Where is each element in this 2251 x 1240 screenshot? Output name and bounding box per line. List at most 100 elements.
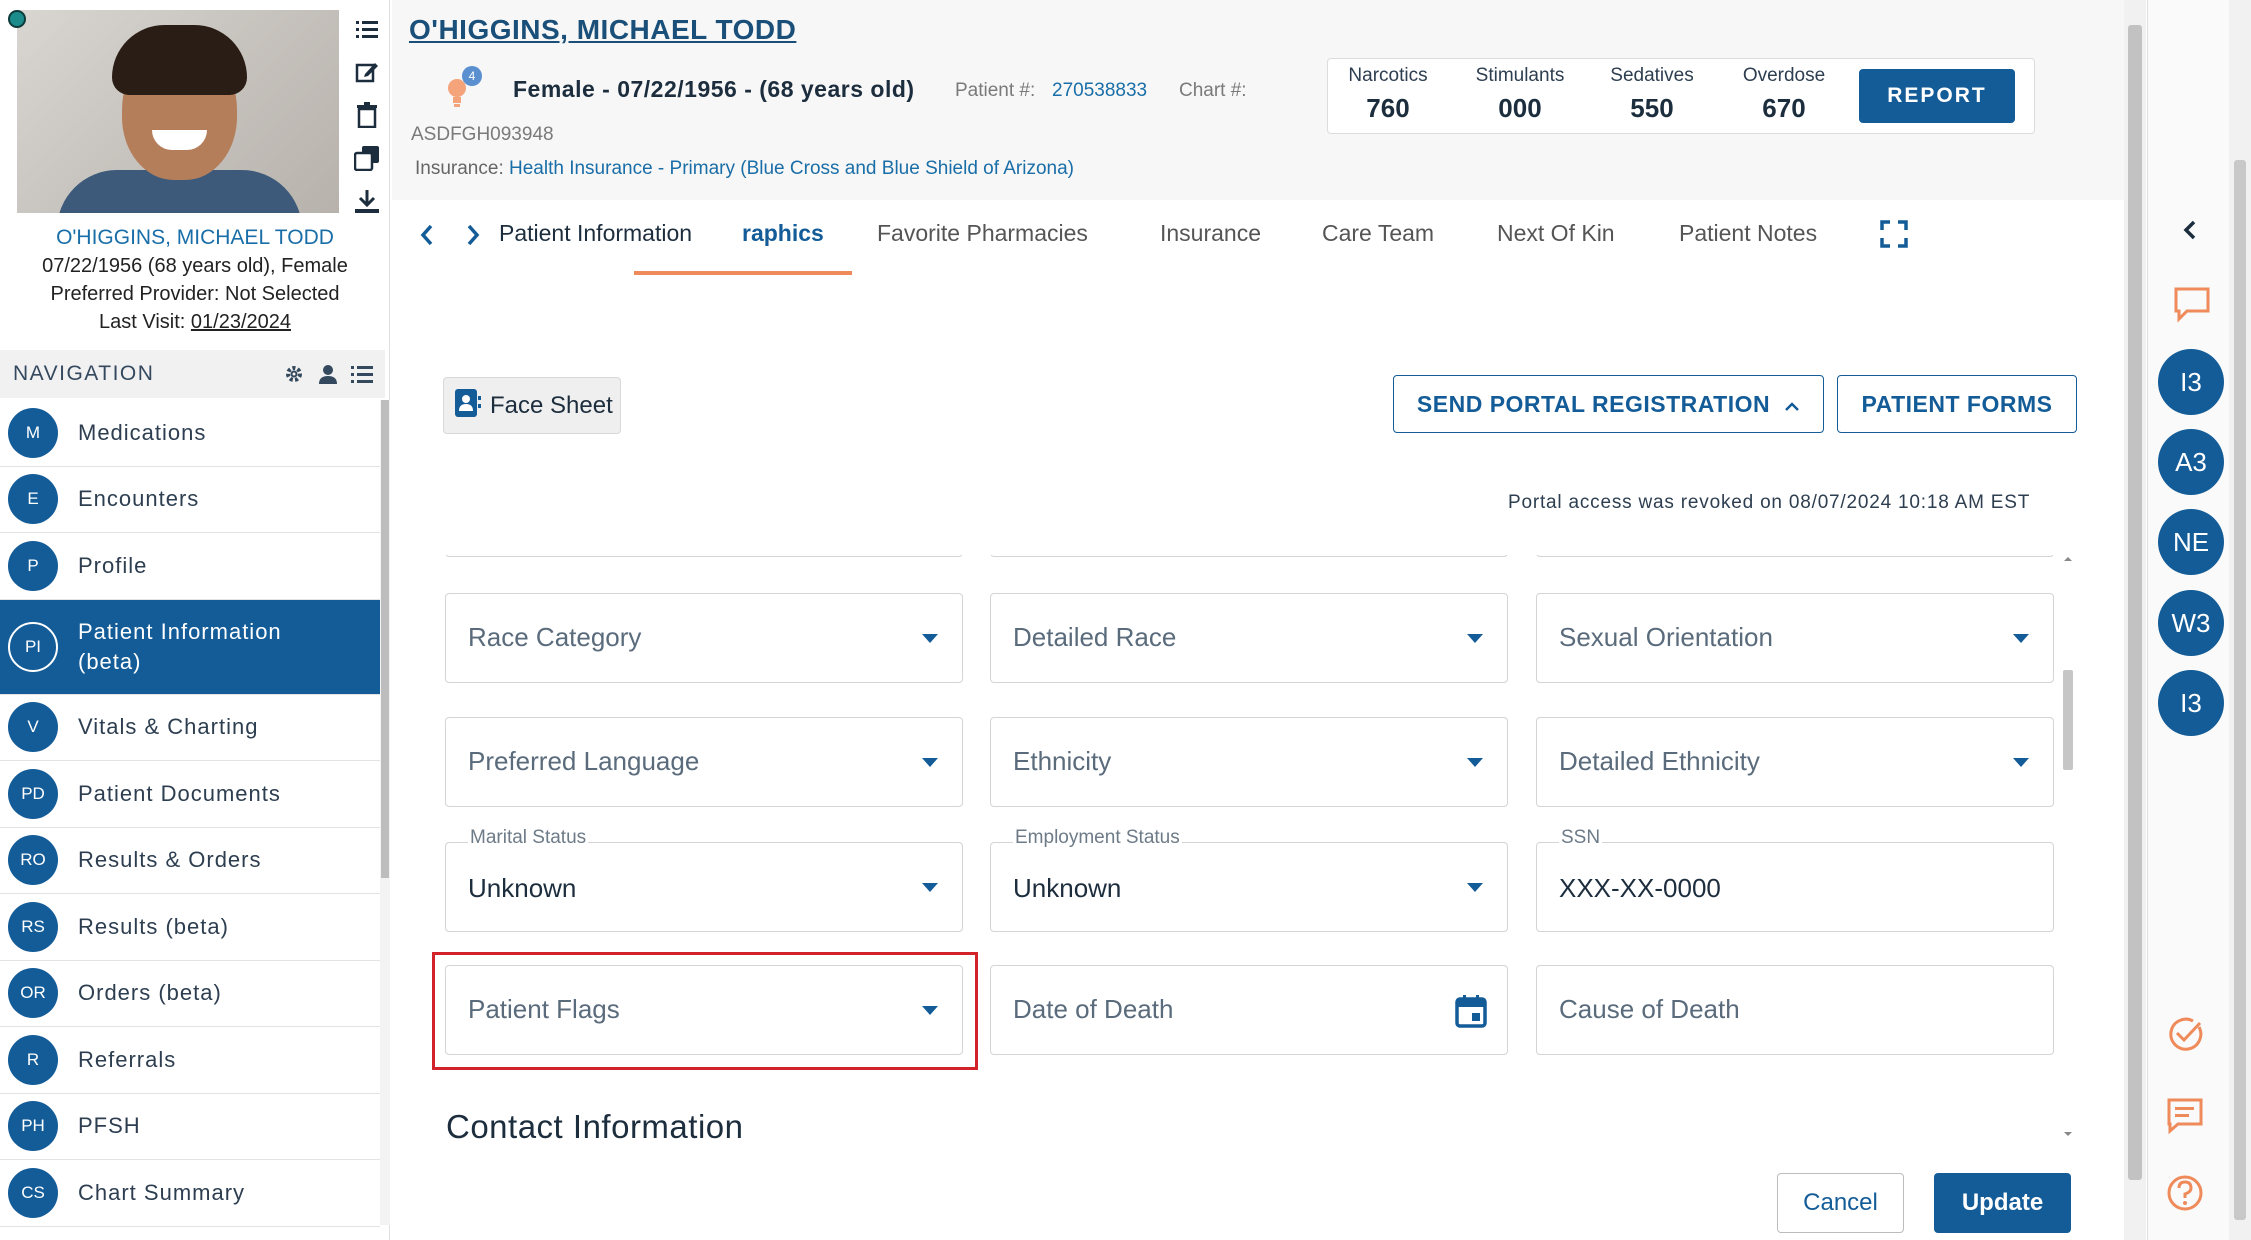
nav-item-patient-documents[interactable]: PD Patient Documents <box>0 761 380 828</box>
ssn-field[interactable]: SSN XXX-XX-0000 <box>1536 827 2054 932</box>
nav-item-encounters[interactable]: E Encounters <box>0 467 380 533</box>
list-icon[interactable] <box>351 363 373 385</box>
caret-down-icon <box>1467 758 1483 767</box>
count-narcotics: Narcotics 760 <box>1328 65 1448 124</box>
nav-item-pfsh[interactable]: PH PFSH <box>0 1094 380 1160</box>
nav-item-profile[interactable]: P Profile <box>0 533 380 600</box>
collaborator-avatar-i3-second[interactable]: I3 <box>2158 670 2224 736</box>
cancel-button[interactable]: Cancel <box>1777 1173 1904 1233</box>
nav-item-orders-beta[interactable]: OR Orders (beta) <box>0 961 380 1027</box>
copy-icon[interactable] <box>352 143 382 173</box>
collaborator-avatar-i3[interactable]: I3 <box>2158 349 2224 415</box>
update-button[interactable]: Update <box>1934 1173 2071 1233</box>
marital-status-label: Marital Status <box>468 827 589 849</box>
form-scrollbar[interactable] <box>2062 555 2074 1138</box>
nav-badge: CS <box>8 1167 58 1218</box>
main-scrollbar[interactable] <box>2124 0 2146 1240</box>
collaborator-avatar-ne[interactable]: NE <box>2158 509 2224 575</box>
nav-label: Orders (beta) <box>78 980 222 1006</box>
field-top-2[interactable] <box>990 555 1508 557</box>
nav-badge: R <box>8 1034 58 1085</box>
tab-patient-information[interactable]: Patient Information <box>499 220 692 247</box>
patient-forms-button[interactable]: PATIENT FORMS <box>1837 375 2077 433</box>
report-button[interactable]: REPORT <box>1859 69 2015 123</box>
pdmp-counts: Narcotics 760 Stimulants 000 Sedatives 5… <box>1327 58 2035 134</box>
race-category-select[interactable]: Race Category <box>445 593 963 683</box>
face-sheet-button[interactable]: Face Sheet <box>443 377 621 434</box>
field-top-1[interactable] <box>445 555 963 557</box>
nav-item-vitals[interactable]: V Vitals & Charting <box>0 695 380 761</box>
nav-item-medications[interactable]: M Medications <box>0 400 380 467</box>
count-overdose: Overdose 670 <box>1724 65 1844 124</box>
rail-scrollbar[interactable] <box>2229 0 2251 1240</box>
employment-status-select[interactable]: Employment Status Unknown <box>990 827 1508 932</box>
chevron-left-icon[interactable] <box>412 220 442 250</box>
chevron-right-icon[interactable] <box>458 220 488 250</box>
calendar-icon[interactable] <box>1455 994 1487 1028</box>
nav-badge: RS <box>8 901 58 952</box>
nav-label: Encounters <box>78 486 200 512</box>
help-icon[interactable] <box>2166 1174 2204 1212</box>
count-value: 670 <box>1762 93 1806 123</box>
ssn-label: SSN <box>1559 827 1603 849</box>
nav-item-referrals[interactable]: R Referrals <box>0 1027 380 1094</box>
chevron-up-icon <box>1784 391 1800 418</box>
field-top-3[interactable] <box>1536 555 2054 557</box>
gear-icon[interactable] <box>283 363 305 385</box>
collaborator-avatar-a3[interactable]: A3 <box>2158 429 2224 495</box>
nav-label: Patient Documents <box>78 780 281 806</box>
detailed-race-select[interactable]: Detailed Race <box>990 593 1508 683</box>
nav-label: Referrals <box>78 1046 177 1072</box>
delete-icon[interactable] <box>352 100 382 130</box>
list-icon[interactable] <box>352 14 382 44</box>
nav-badge: E <box>8 474 58 525</box>
nav-label: Chart Summary <box>78 1179 246 1205</box>
tab-next-of-kin[interactable]: Next Of Kin <box>1497 220 1615 247</box>
collaborator-avatar-w3[interactable]: W3 <box>2158 590 2224 656</box>
date-of-death-field[interactable]: Date of Death <box>990 965 1508 1055</box>
navigation-list: M Medications E Encounters P Profile PI … <box>0 400 380 1227</box>
sexual-orientation-select[interactable]: Sexual Orientation <box>1536 593 2054 683</box>
tab-care-team[interactable]: Care Team <box>1322 220 1434 247</box>
send-portal-registration-button[interactable]: SEND PORTAL REGISTRATION <box>1393 375 1824 433</box>
patient-name[interactable]: O'HIGGINS, MICHAEL TODD <box>409 14 796 46</box>
nav-badge: PD <box>8 768 58 819</box>
patient-flags-select[interactable]: Patient Flags <box>445 965 963 1055</box>
nav-item-chart-summary[interactable]: CS Chart Summary <box>0 1160 380 1227</box>
patient-summary-name[interactable]: O'HIGGINS, MICHAEL TODD <box>0 224 390 252</box>
nav-item-results-beta[interactable]: RS Results (beta) <box>0 894 380 961</box>
count-label: Stimulants <box>1475 65 1565 86</box>
edit-icon[interactable] <box>352 57 382 87</box>
last-visit-date[interactable]: 01/23/2024 <box>191 311 291 333</box>
marital-status-select[interactable]: Marital Status Unknown <box>445 827 963 932</box>
message-icon[interactable] <box>2166 1097 2204 1135</box>
tab-demographics[interactable]: raphics <box>742 220 824 247</box>
count-sedatives: Sedatives 550 <box>1592 65 1712 124</box>
check-circle-icon[interactable] <box>2166 1015 2204 1053</box>
chat-icon[interactable] <box>2173 285 2211 323</box>
tab-favorite-pharmacies[interactable]: Favorite Pharmacies <box>877 220 1088 247</box>
fullscreen-icon[interactable] <box>1880 220 1910 250</box>
caret-down-icon <box>922 634 938 643</box>
nav-badge: P <box>8 540 58 591</box>
patient-number[interactable]: 270538833 <box>1052 80 1147 102</box>
preferred-language-select[interactable]: Preferred Language <box>445 717 963 807</box>
nav-item-patient-information[interactable]: PI Patient Information (beta) <box>0 599 380 695</box>
nav-scrollbar[interactable] <box>380 400 390 1225</box>
cause-of-death-field[interactable]: Cause of Death <box>1536 965 2054 1055</box>
employment-status-label: Employment Status <box>1013 827 1182 849</box>
nav-item-results-orders[interactable]: RO Results & Orders <box>0 828 380 894</box>
detailed-ethnicity-select[interactable]: Detailed Ethnicity <box>1536 717 2054 807</box>
nav-badge: M <box>8 407 58 458</box>
ethnicity-select[interactable]: Ethnicity <box>990 717 1508 807</box>
download-icon[interactable] <box>352 186 382 216</box>
count-value: 760 <box>1366 93 1410 123</box>
person-icon[interactable] <box>317 363 339 385</box>
insurance-value[interactable]: Health Insurance - Primary (Blue Cross a… <box>509 158 1074 179</box>
chevron-left-icon[interactable] <box>2180 218 2204 242</box>
tab-insurance[interactable]: Insurance <box>1160 220 1261 247</box>
nav-label: Vitals & Charting <box>78 714 259 740</box>
tab-patient-notes[interactable]: Patient Notes <box>1679 220 1817 247</box>
contact-card-icon <box>454 388 482 423</box>
nav-badge: V <box>8 702 58 753</box>
